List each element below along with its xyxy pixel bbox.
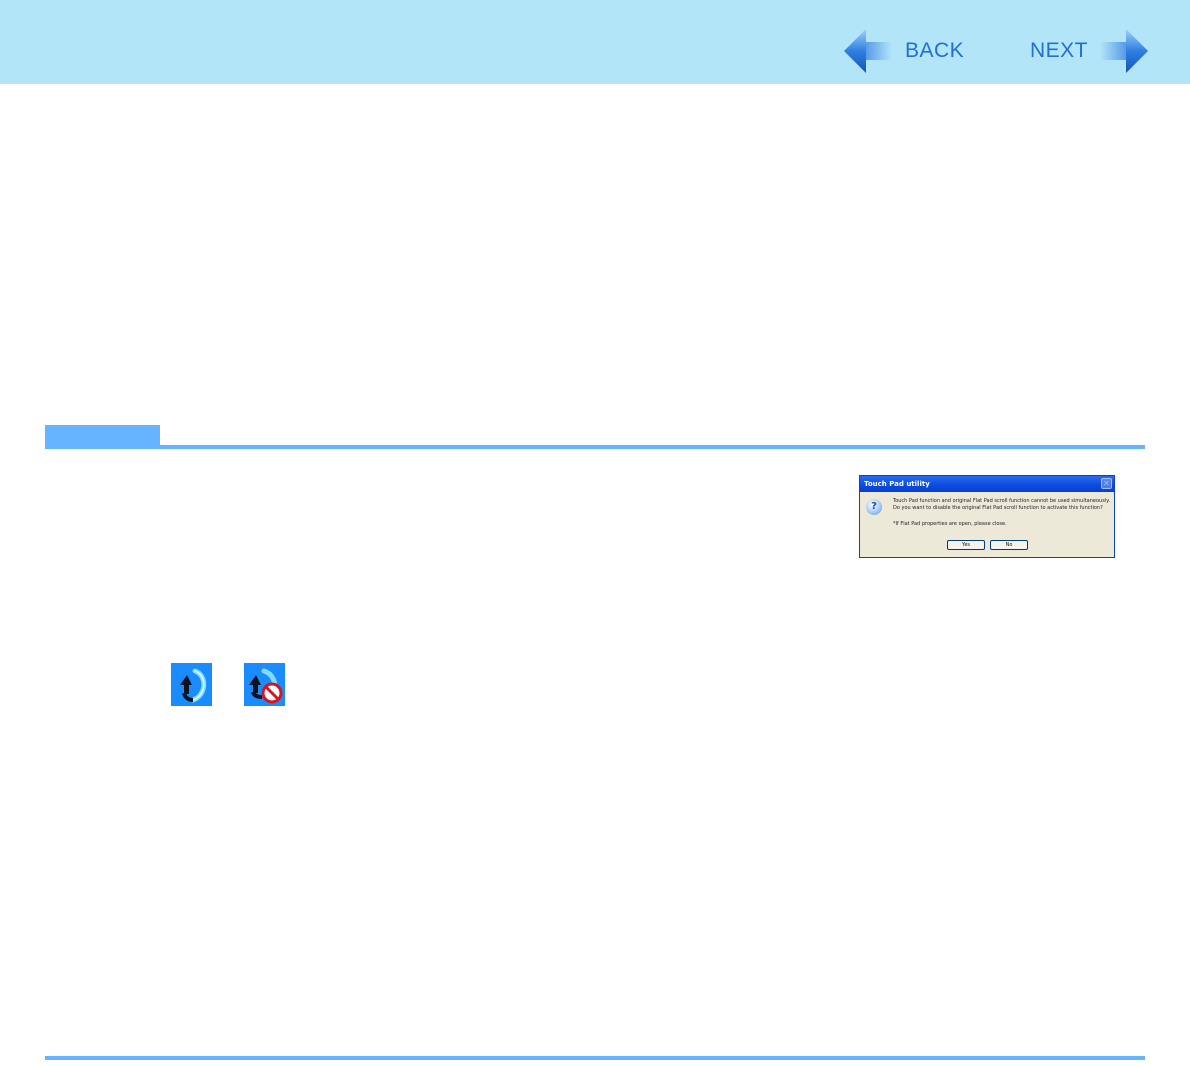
question-icon: ? <box>866 499 882 515</box>
back-label: BACK <box>905 39 965 62</box>
next-label: NEXT <box>1030 39 1089 62</box>
next-button[interactable]: NEXT <box>1030 28 1150 74</box>
dialog-message: Touch Pad function and original Flat Pad… <box>893 498 1113 512</box>
section-divider <box>45 425 1145 449</box>
yes-button[interactable]: Yes <box>947 540 985 550</box>
dialog-note: *If Flat Pad properties are open, please… <box>893 521 1007 527</box>
back-arrow-icon <box>844 29 892 73</box>
touch-pad-utility-enabled-icon <box>171 663 212 706</box>
disabled-glyph-icon <box>249 668 283 704</box>
dialog-title-text: Touch Pad utility <box>864 480 930 488</box>
back-button[interactable]: BACK <box>842 28 964 74</box>
dialog-title: Touch Pad utility ✕ <box>860 476 1114 492</box>
next-arrow-icon <box>1100 29 1149 73</box>
no-button[interactable]: No <box>990 540 1028 550</box>
enabled-glyph-icon <box>180 668 207 703</box>
footer-divider <box>45 1056 1145 1060</box>
section-tab <box>45 425 160 446</box>
dialog-message-line1: Touch Pad function and original Flat Pad… <box>893 498 1111 504</box>
dialog-message-line2: Do you want to disable the original Flat… <box>893 505 1103 511</box>
touch-pad-utility-dialog: Touch Pad utility ✕ ? Touch Pad function… <box>859 475 1115 558</box>
page-header: BACK NEXT <box>0 0 1190 84</box>
section-line <box>45 445 1145 449</box>
close-icon[interactable]: ✕ <box>1101 478 1112 489</box>
touch-pad-utility-disabled-icon <box>244 663 285 706</box>
